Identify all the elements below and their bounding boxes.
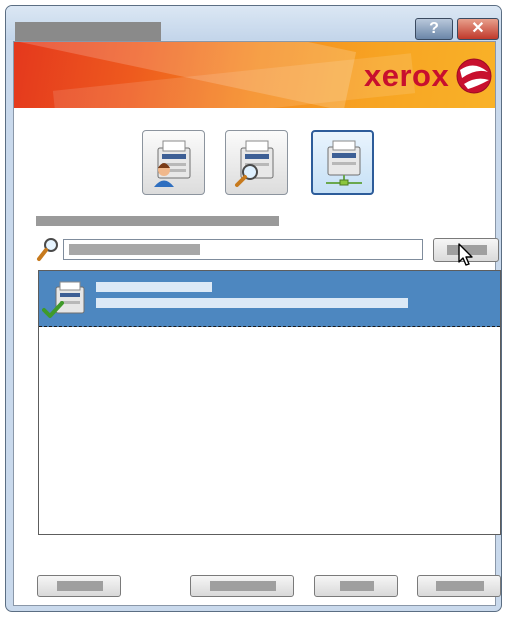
brand-banner: xerox	[14, 42, 495, 108]
help-button[interactable]: ?	[415, 18, 453, 40]
search-icon	[37, 238, 58, 261]
footer-button-label	[436, 581, 484, 591]
xerox-logo-text: xerox	[364, 58, 450, 93]
mouse-cursor-icon	[458, 243, 473, 266]
window-title	[15, 22, 161, 41]
footer-button-1[interactable]	[37, 575, 121, 597]
printer-list[interactable]	[38, 270, 501, 535]
title-bar[interactable]: ? ✕	[6, 6, 501, 41]
printer-detail	[96, 298, 408, 308]
footer-button-label	[340, 581, 374, 591]
footer-button-label	[210, 581, 276, 591]
printer-name	[96, 282, 212, 292]
footer-button-2[interactable]	[190, 575, 294, 597]
search-section-label	[36, 216, 279, 226]
mode-printer-search-button[interactable]	[225, 130, 288, 195]
search-input-text	[69, 244, 200, 255]
dialog-content: xerox	[13, 41, 501, 606]
footer-button-label	[57, 581, 103, 591]
close-button[interactable]: ✕	[457, 18, 499, 40]
mode-printer-user-button[interactable]	[142, 130, 205, 195]
footer-button-4[interactable]	[417, 575, 501, 597]
printer-search-icon	[235, 140, 274, 187]
mode-printer-network-button[interactable]	[311, 130, 374, 195]
printer-network-icon	[326, 140, 362, 186]
printer-user-icon	[154, 140, 191, 187]
printer-list-item[interactable]	[39, 271, 500, 327]
footer-button-3[interactable]	[314, 575, 398, 597]
check-icon	[42, 301, 64, 318]
xerox-sphere-icon	[456, 58, 492, 94]
dialog-window: ? ✕ xerox	[5, 5, 502, 612]
